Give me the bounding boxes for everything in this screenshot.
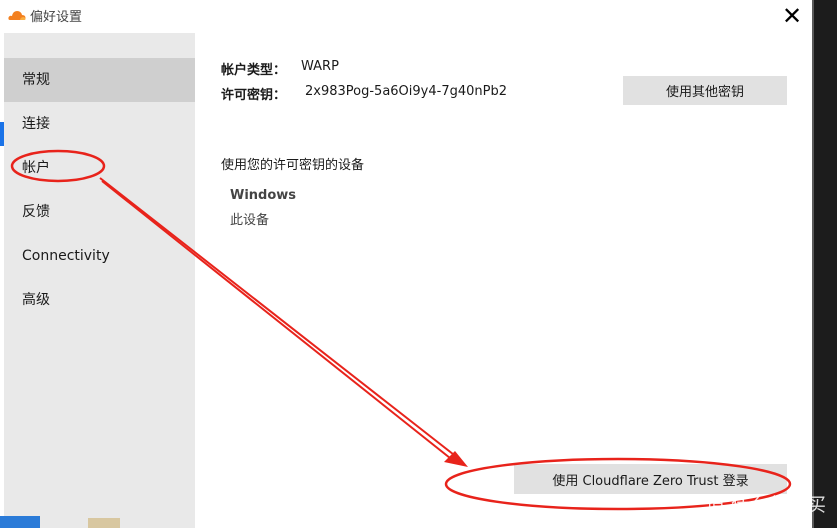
account-type-label: 帐户类型：: [221, 63, 287, 78]
taskbar-app-icon: [0, 516, 40, 528]
sidebar-item-general[interactable]: 常规: [4, 58, 195, 102]
cloudflare-cloud-icon: [8, 11, 26, 20]
account-type-value: WARP: [301, 59, 339, 74]
title-bar: 偏好设置 ✕: [0, 0, 812, 33]
sidebar-item-feedback[interactable]: 反馈: [4, 190, 195, 234]
device-name: Windows: [230, 188, 297, 203]
device-description: 此设备: [230, 213, 270, 228]
nav-selection-indicator: [0, 122, 4, 146]
account-panel: 帐户类型： WARP 许可密钥： 2x983Pog-5a6Oi9y4-7g40n…: [195, 33, 812, 528]
sidebar-item-label: Connectivity: [22, 248, 110, 264]
sidebar-item-label: 帐户: [22, 160, 50, 176]
sidebar: 常规 连接 帐户 反馈 Connectivity 高级: [4, 33, 195, 528]
sidebar-item-account[interactable]: 帐户: [4, 146, 195, 190]
sidebar-item-label: 高级: [22, 292, 50, 308]
taskbar-folder-icon: [88, 518, 120, 528]
sidebar-item-label: 反馈: [22, 204, 50, 220]
devices-section-title: 使用您的许可密钥的设备: [221, 158, 365, 173]
preferences-window: 偏好设置 ✕ 常规 连接 帐户 反馈 Connectivity 高级 帐户类型：…: [0, 0, 812, 528]
sidebar-item-label: 连接: [22, 116, 50, 132]
license-key-label: 许可密钥：: [221, 88, 287, 103]
sidebar-item-connectivity[interactable]: Connectivity: [4, 234, 195, 278]
use-other-key-button[interactable]: 使用其他密钥: [623, 76, 787, 105]
sidebar-item-advanced[interactable]: 高级: [4, 278, 195, 322]
desktop-background: [812, 0, 837, 528]
sidebar-item-label: 常规: [22, 72, 50, 88]
sidebar-item-connection[interactable]: 连接: [4, 102, 195, 146]
license-key-value: 2x983Pog-5a6Oi9y4-7g40nPb2: [305, 84, 507, 99]
window-title: 偏好设置: [30, 10, 83, 25]
watermark: 值 什么值得买: [706, 494, 827, 516]
close-icon: ✕: [781, 2, 803, 30]
close-button[interactable]: ✕: [778, 2, 806, 30]
